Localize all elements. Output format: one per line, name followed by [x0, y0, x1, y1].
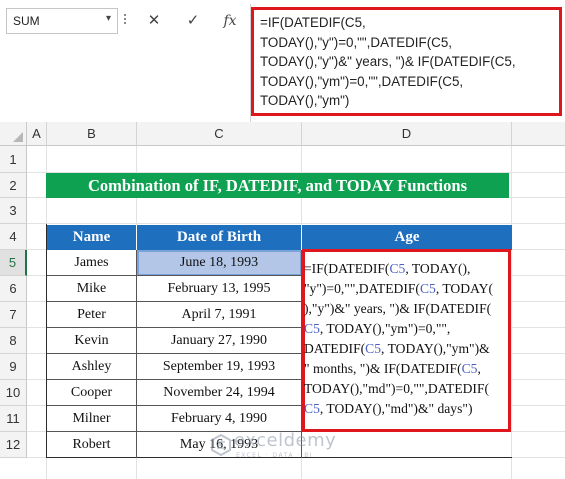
- date-of-birth-cell[interactable]: January 27, 1990: [137, 328, 301, 354]
- cell-reference: C5: [389, 261, 406, 276]
- cell-reference: C5: [419, 281, 436, 296]
- cancel-button[interactable]: ✕: [140, 8, 168, 34]
- select-all-button[interactable]: [0, 122, 27, 146]
- formula-line: =IF(DATEDIF(C5, TODAY(),"y")=0,"",DATEDI…: [260, 15, 452, 50]
- name-cell[interactable]: Cooper: [47, 380, 136, 406]
- enter-button[interactable]: ✓: [179, 8, 207, 34]
- age-formula-line: " months, ")& IF(DATEDIF(C5,: [304, 359, 508, 379]
- name-cell[interactable]: Robert: [47, 432, 136, 458]
- age-formula-line: DATEDIF(C5, TODAY(),"ym")&: [304, 339, 508, 359]
- column-header-d[interactable]: D: [302, 122, 512, 146]
- column-header-a[interactable]: A: [27, 122, 47, 146]
- table-border-left: [46, 224, 47, 458]
- date-of-birth-cell[interactable]: February 13, 1995: [137, 276, 301, 302]
- header-age[interactable]: Age: [302, 225, 512, 250]
- formula-fragment: , TODAY(),: [405, 261, 471, 276]
- formula-fragment: , TODAY(),"md")&" days"): [319, 401, 473, 416]
- age-formula-line: =IF(DATEDIF(C5, TODAY(),: [304, 259, 508, 279]
- row-header-12[interactable]: 12: [0, 432, 27, 458]
- header-date-of-birth[interactable]: Date of Birth: [137, 225, 302, 250]
- formula-fragment: " months, ")& IF(DATEDIF(: [304, 361, 462, 376]
- column-header-b[interactable]: B: [47, 122, 137, 146]
- date-of-birth-cell[interactable]: April 7, 1991: [137, 302, 301, 328]
- watermark-name: exceldemy: [234, 430, 337, 451]
- cell-reference: C5: [461, 361, 478, 376]
- name-box-value: SUM: [13, 14, 40, 28]
- formula-fragment: =IF(DATEDIF(: [304, 261, 390, 276]
- date-of-birth-cell[interactable]: November 24, 1994: [137, 380, 301, 406]
- name-cell[interactable]: Peter: [47, 302, 136, 328]
- row-header-7[interactable]: 7: [0, 302, 27, 328]
- row-header-10[interactable]: 10: [0, 380, 27, 406]
- formula-fragment: "y")=0,"",DATEDIF(: [304, 281, 420, 296]
- formula-fragment: ,: [477, 361, 481, 376]
- age-formula-line: "y")=0,"",DATEDIF(C5, TODAY(: [304, 279, 508, 299]
- row-header-3[interactable]: 3: [0, 198, 27, 224]
- formula-fragment: DATEDIF(: [304, 341, 366, 356]
- row-header-6[interactable]: 6: [0, 276, 27, 302]
- row-header-8[interactable]: 8: [0, 328, 27, 354]
- formula-bar: SUM ▾ ✕ ✓ fx =IF(DATEDIF(C5, TODAY(),"y"…: [0, 0, 565, 122]
- row-header-5[interactable]: 5: [0, 250, 27, 276]
- insert-function-button[interactable]: fx: [216, 8, 244, 34]
- name-cell[interactable]: Kevin: [47, 328, 136, 354]
- row-header-9[interactable]: 9: [0, 354, 27, 380]
- name-cell[interactable]: James: [47, 250, 136, 276]
- row-header-4[interactable]: 4: [0, 224, 27, 250]
- row-header-11[interactable]: 11: [0, 406, 27, 432]
- grid-column-line: [511, 146, 512, 479]
- row-header-1[interactable]: 1: [0, 146, 27, 173]
- column-header-c[interactable]: C: [137, 122, 302, 146]
- age-formula-line: ),"y")&" years, ")& IF(DATEDIF(: [304, 299, 508, 319]
- formula-line: TODAY(),"ym")=0,"",DATEDIF(C5, TODAY(),"…: [260, 73, 467, 109]
- formula-input[interactable]: =IF(DATEDIF(C5, TODAY(),"y")=0,"",DATEDI…: [251, 7, 562, 116]
- formula-line: TODAY(),"y")&" years, ")& IF(DATEDIF(C5,: [260, 54, 516, 70]
- column-header-e[interactable]: [512, 122, 565, 146]
- watermark-tagline: EXCEL · DATA · BI: [236, 452, 314, 459]
- cell-reference: C5: [304, 321, 320, 336]
- name-cell[interactable]: Milner: [47, 406, 136, 432]
- header-name[interactable]: Name: [47, 225, 137, 250]
- age-formula-text: =IF(DATEDIF(C5, TODAY(), "y")=0,"",DATEDI…: [304, 259, 508, 419]
- cell-reference: C5: [365, 341, 382, 356]
- age-formula-line: TODAY(),"md")=0,"",DATEDIF(: [304, 379, 508, 399]
- exceldemy-watermark: exceldemy EXCEL · DATA · BI: [210, 430, 370, 462]
- name-box[interactable]: SUM ▾: [6, 8, 118, 34]
- sheet-title: Combination of IF, DATEDIF, and TODAY Fu…: [87, 176, 467, 195]
- row-header-2[interactable]: 2: [0, 173, 27, 198]
- table-border-mid-1: [136, 250, 137, 458]
- formula-fragment: , TODAY(),"ym")&: [381, 341, 490, 356]
- exceldemy-logo-icon: [211, 434, 231, 456]
- formula-line: &" months, ")& IF(DATEDIF(C5, TODAY(),"m…: [260, 111, 553, 114]
- date-of-birth-cell[interactable]: February 4, 1990: [137, 406, 301, 432]
- name-cell[interactable]: Mike: [47, 276, 136, 302]
- cell-reference: C5: [304, 401, 320, 416]
- date-of-birth-cell[interactable]: June 18, 1993: [137, 250, 301, 276]
- date-of-birth-cell[interactable]: September 19, 1993: [137, 354, 301, 380]
- formula-fragment: ),"y")&" years, ")& IF(DATEDIF(: [304, 301, 492, 316]
- chevron-down-icon[interactable]: ▾: [106, 13, 111, 24]
- grid-row-line: [27, 223, 565, 224]
- name-cell[interactable]: Ashley: [47, 354, 136, 380]
- formula-fragment: , TODAY(),"ym")=0,"",: [319, 321, 451, 336]
- drag-handle-icon[interactable]: [122, 12, 128, 32]
- formula-fragment: , TODAY(: [435, 281, 493, 296]
- formula-fragment: TODAY(),"md")=0,"",DATEDIF(: [304, 381, 490, 396]
- age-formula-line: C5, TODAY(),"md")&" days"): [304, 399, 508, 419]
- age-formula-line: C5, TODAY(),"ym")=0,"",: [304, 319, 508, 339]
